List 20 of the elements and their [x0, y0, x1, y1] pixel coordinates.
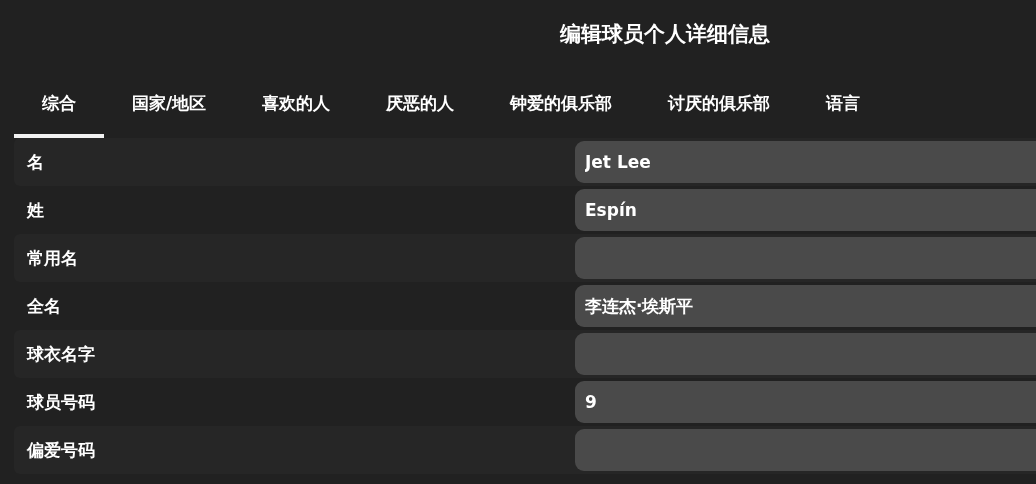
field-label: 全名	[26, 294, 62, 318]
input-field[interactable]: Espín	[575, 189, 1036, 231]
field-label: 球衣名字	[25, 342, 96, 366]
tab[interactable]: 语言	[798, 68, 889, 138]
input-field[interactable]	[575, 429, 1036, 471]
window-title: 编辑球员个人详细信息	[560, 21, 770, 48]
tab[interactable]: 喜欢的人	[234, 68, 359, 138]
field-label: 姓	[25, 198, 45, 222]
field-label: 名	[26, 150, 45, 174]
input-field[interactable]	[575, 333, 1036, 375]
input-field[interactable]: 9	[575, 381, 1036, 423]
field-label: 球员号码	[25, 390, 96, 414]
tab[interactable]: 厌恶的人	[358, 68, 483, 138]
field-label: 偏爱号码	[26, 438, 96, 462]
tab[interactable]: 国家/地区	[104, 68, 235, 138]
input-field[interactable]	[575, 237, 1036, 279]
field-label: 常用名	[26, 246, 79, 270]
tab[interactable]: 讨厌的俱乐部	[640, 68, 799, 138]
tab[interactable]: 钟爱的俱乐部	[482, 68, 641, 138]
input-field[interactable]: 李连杰·埃斯平	[575, 285, 1036, 327]
